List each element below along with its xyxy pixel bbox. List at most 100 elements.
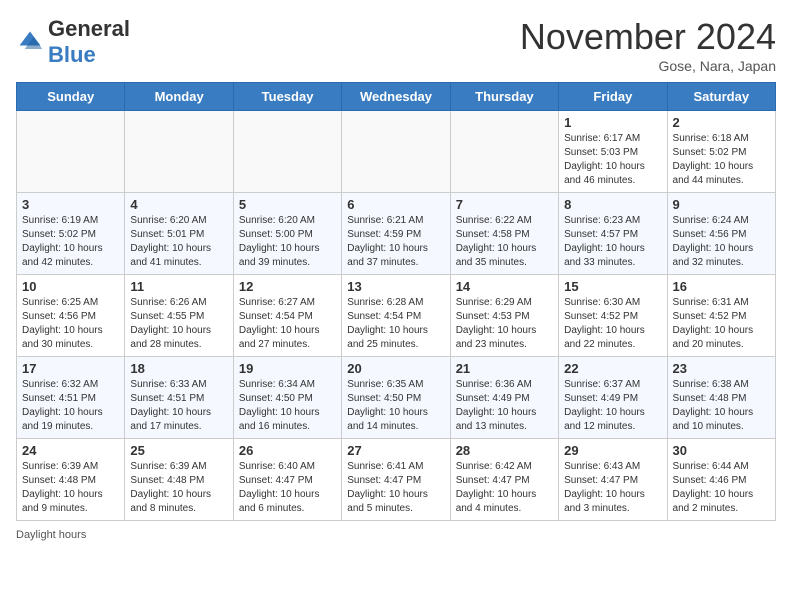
day-info: Sunrise: 6:43 AM Sunset: 4:47 PM Dayligh…	[564, 460, 661, 516]
calendar-cell: 25Sunrise: 6:39 AM Sunset: 4:48 PM Dayli…	[125, 439, 233, 521]
day-info: Sunrise: 6:24 AM Sunset: 4:56 PM Dayligh…	[673, 214, 770, 270]
day-info: Sunrise: 6:26 AM Sunset: 4:55 PM Dayligh…	[130, 296, 227, 352]
day-number: 30	[673, 443, 770, 458]
calendar-cell: 23 Sunrise: 6:38 AM Sunset: 4:48 PM Dayli…	[667, 357, 775, 439]
calendar-cell: 1 Sunrise: 6:17 AM Sunset: 5:03 PM Daylig…	[559, 111, 667, 193]
day-header-wednesday: Wednesday	[342, 83, 450, 111]
day-number: 26	[239, 443, 336, 458]
calendar-cell: 3 Sunrise: 6:19 AM Sunset: 5:02 PM Daylig…	[17, 193, 125, 275]
footer: Daylight hours	[16, 529, 776, 541]
calendar-cell: 7 Sunrise: 6:22 AM Sunset: 4:58 PM Daylig…	[450, 193, 558, 275]
calendar-cell	[125, 111, 233, 193]
calendar-cell: 12Sunrise: 6:27 AM Sunset: 4:54 PM Dayli…	[233, 275, 341, 357]
calendar-cell: 17 Sunrise: 6:32 AM Sunset: 4:51 PM Dayli…	[17, 357, 125, 439]
day-number: 14	[456, 279, 553, 294]
calendar-cell: 8 Sunrise: 6:23 AM Sunset: 4:57 PM Daylig…	[559, 193, 667, 275]
logo: General Blue	[16, 16, 130, 68]
title-block: November 2024 Gose, Nara, Japan	[520, 16, 776, 74]
day-number: 19	[239, 361, 336, 376]
day-info: Sunrise: 6:19 AM Sunset: 5:02 PM Dayligh…	[22, 214, 119, 270]
day-info: Sunrise: 6:27 AM Sunset: 4:54 PM Dayligh…	[239, 296, 336, 352]
day-info: Sunrise: 6:35 AM Sunset: 4:50 PM Dayligh…	[347, 378, 444, 434]
calendar-cell: 19 Sunrise: 6:34 AM Sunset: 4:50 PM Dayli…	[233, 357, 341, 439]
calendar-cell: 20 Sunrise: 6:35 AM Sunset: 4:50 PM Dayli…	[342, 357, 450, 439]
calendar-cell: 14Sunrise: 6:29 AM Sunset: 4:53 PM Dayli…	[450, 275, 558, 357]
day-info: Sunrise: 6:42 AM Sunset: 4:47 PM Dayligh…	[456, 460, 553, 516]
day-number: 6	[347, 197, 444, 212]
day-number: 17	[22, 361, 119, 376]
calendar-cell: 26 Sunrise: 6:40 AM Sunset: 4:47 PM Dayli…	[233, 439, 341, 521]
calendar-cell: 28Sunrise: 6:42 AM Sunset: 4:47 PM Dayli…	[450, 439, 558, 521]
logo-icon	[16, 28, 44, 56]
calendar-cell: 4Sunrise: 6:20 AM Sunset: 5:01 PM Daylig…	[125, 193, 233, 275]
day-header-sunday: Sunday	[17, 83, 125, 111]
calendar-cell	[233, 111, 341, 193]
day-info: Sunrise: 6:40 AM Sunset: 4:47 PM Dayligh…	[239, 460, 336, 516]
day-number: 10	[22, 279, 119, 294]
day-number: 20	[347, 361, 444, 376]
calendar-cell: 6 Sunrise: 6:21 AM Sunset: 4:59 PM Daylig…	[342, 193, 450, 275]
day-info: Sunrise: 6:31 AM Sunset: 4:52 PM Dayligh…	[673, 296, 770, 352]
calendar-cell: 18 Sunrise: 6:33 AM Sunset: 4:51 PM Dayli…	[125, 357, 233, 439]
calendar-cell: 21 Sunrise: 6:36 AM Sunset: 4:49 PM Dayli…	[450, 357, 558, 439]
day-number: 18	[130, 361, 227, 376]
calendar-week-5: 24Sunrise: 6:39 AM Sunset: 4:48 PM Dayli…	[17, 439, 776, 521]
day-header-friday: Friday	[559, 83, 667, 111]
day-number: 8	[564, 197, 661, 212]
day-number: 11	[130, 279, 227, 294]
location: Gose, Nara, Japan	[520, 58, 776, 74]
day-number: 2	[673, 115, 770, 130]
calendar-week-1: 1 Sunrise: 6:17 AM Sunset: 5:03 PM Daylig…	[17, 111, 776, 193]
day-info: Sunrise: 6:28 AM Sunset: 4:54 PM Dayligh…	[347, 296, 444, 352]
calendar-cell: 24Sunrise: 6:39 AM Sunset: 4:48 PM Dayli…	[17, 439, 125, 521]
calendar-cell: 15 Sunrise: 6:30 AM Sunset: 4:52 PM Dayli…	[559, 275, 667, 357]
day-header-tuesday: Tuesday	[233, 83, 341, 111]
day-info: Sunrise: 6:25 AM Sunset: 4:56 PM Dayligh…	[22, 296, 119, 352]
day-info: Sunrise: 6:41 AM Sunset: 4:47 PM Dayligh…	[347, 460, 444, 516]
calendar-cell: 10 Sunrise: 6:25 AM Sunset: 4:56 PM Dayli…	[17, 275, 125, 357]
day-info: Sunrise: 6:38 AM Sunset: 4:48 PM Dayligh…	[673, 378, 770, 434]
calendar-cell	[450, 111, 558, 193]
day-info: Sunrise: 6:33 AM Sunset: 4:51 PM Dayligh…	[130, 378, 227, 434]
day-number: 4	[130, 197, 227, 212]
calendar-cell: 22 Sunrise: 6:37 AM Sunset: 4:49 PM Dayli…	[559, 357, 667, 439]
day-number: 25	[130, 443, 227, 458]
day-info: Sunrise: 6:36 AM Sunset: 4:49 PM Dayligh…	[456, 378, 553, 434]
day-number: 29	[564, 443, 661, 458]
logo-blue: Blue	[48, 42, 96, 67]
calendar-cell: 30 Sunrise: 6:44 AM Sunset: 4:46 PM Dayli…	[667, 439, 775, 521]
month-title: November 2024	[520, 16, 776, 58]
day-number: 5	[239, 197, 336, 212]
calendar-cell: 5 Sunrise: 6:20 AM Sunset: 5:00 PM Daylig…	[233, 193, 341, 275]
calendar-week-4: 17 Sunrise: 6:32 AM Sunset: 4:51 PM Dayli…	[17, 357, 776, 439]
day-info: Sunrise: 6:30 AM Sunset: 4:52 PM Dayligh…	[564, 296, 661, 352]
calendar-cell: 9Sunrise: 6:24 AM Sunset: 4:56 PM Daylig…	[667, 193, 775, 275]
calendar-cell: 2Sunrise: 6:18 AM Sunset: 5:02 PM Daylig…	[667, 111, 775, 193]
day-info: Sunrise: 6:32 AM Sunset: 4:51 PM Dayligh…	[22, 378, 119, 434]
calendar-cell: 11 Sunrise: 6:26 AM Sunset: 4:55 PM Dayli…	[125, 275, 233, 357]
day-number: 13	[347, 279, 444, 294]
day-info: Sunrise: 6:20 AM Sunset: 5:00 PM Dayligh…	[239, 214, 336, 270]
day-info: Sunrise: 6:37 AM Sunset: 4:49 PM Dayligh…	[564, 378, 661, 434]
day-info: Sunrise: 6:34 AM Sunset: 4:50 PM Dayligh…	[239, 378, 336, 434]
day-info: Sunrise: 6:17 AM Sunset: 5:03 PM Dayligh…	[564, 132, 661, 188]
day-number: 3	[22, 197, 119, 212]
day-info: Sunrise: 6:22 AM Sunset: 4:58 PM Dayligh…	[456, 214, 553, 270]
day-number: 15	[564, 279, 661, 294]
day-number: 22	[564, 361, 661, 376]
calendar-cell: 27 Sunrise: 6:41 AM Sunset: 4:47 PM Dayli…	[342, 439, 450, 521]
calendar-cell	[342, 111, 450, 193]
day-header-saturday: Saturday	[667, 83, 775, 111]
day-number: 1	[564, 115, 661, 130]
day-number: 23	[673, 361, 770, 376]
calendar-table: SundayMondayTuesdayWednesdayThursdayFrid…	[16, 82, 776, 521]
day-number: 7	[456, 197, 553, 212]
day-info: Sunrise: 6:39 AM Sunset: 4:48 PM Dayligh…	[22, 460, 119, 516]
day-info: Sunrise: 6:44 AM Sunset: 4:46 PM Dayligh…	[673, 460, 770, 516]
day-number: 27	[347, 443, 444, 458]
day-number: 21	[456, 361, 553, 376]
calendar-cell	[17, 111, 125, 193]
day-info: Sunrise: 6:23 AM Sunset: 4:57 PM Dayligh…	[564, 214, 661, 270]
day-info: Sunrise: 6:21 AM Sunset: 4:59 PM Dayligh…	[347, 214, 444, 270]
day-header-thursday: Thursday	[450, 83, 558, 111]
